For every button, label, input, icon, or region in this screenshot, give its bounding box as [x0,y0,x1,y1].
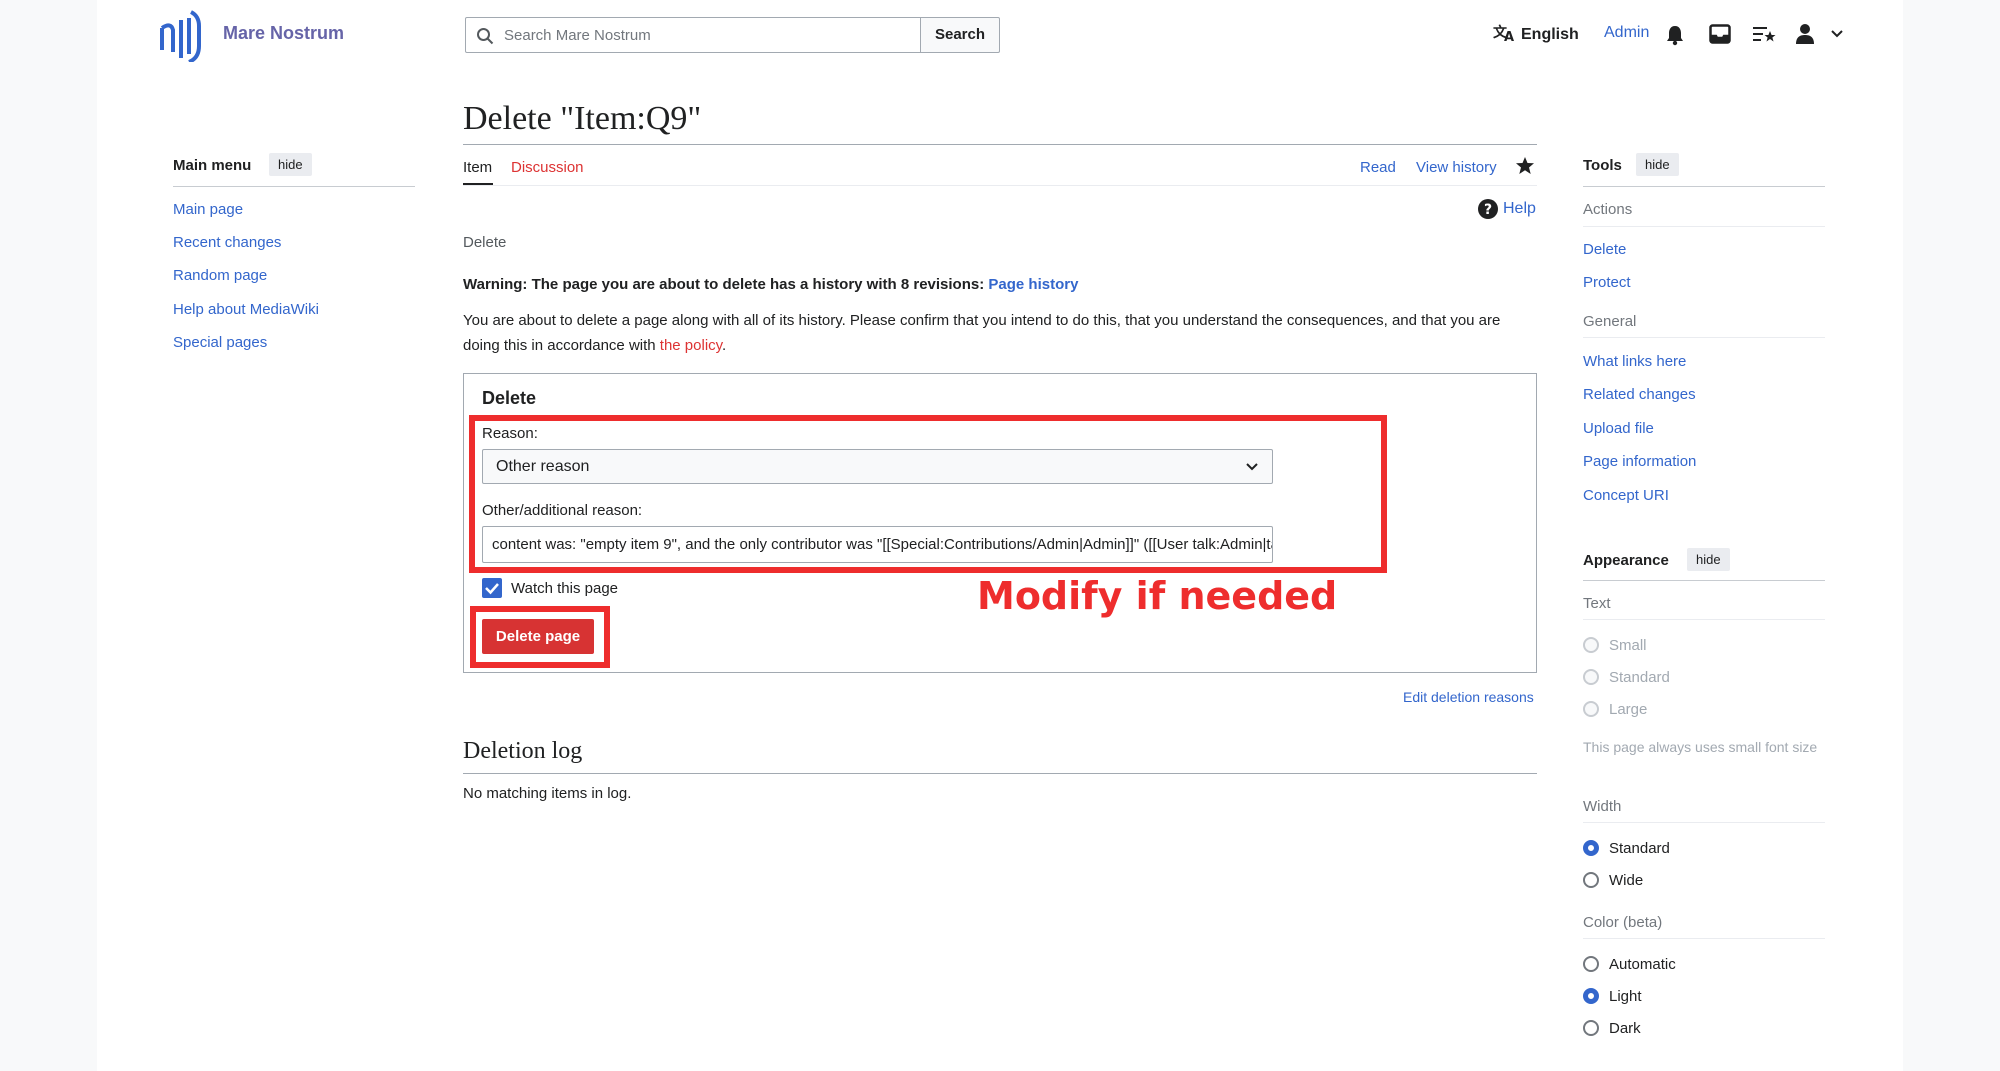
delete-legend: Delete [482,388,537,408]
title-divider [463,144,1537,145]
page-container: Mare Nostrum Search Mare Nostrum Search … [97,0,1903,1071]
tab-read[interactable]: Read [1360,159,1396,176]
tool-concept-uri[interactable]: Concept URI [1583,487,1669,504]
color-automatic-radio[interactable] [1583,956,1599,972]
warning-text: The page you are about to delete has a h… [527,276,989,293]
tool-related-changes[interactable]: Related changes [1583,386,1696,403]
tab-item[interactable]: Item [463,159,492,176]
deletion-log-heading: Deletion log [463,738,583,764]
annotation-text: Modify if needed [977,574,1338,618]
user-avatar-icon[interactable] [1794,23,1816,45]
width-wide-label: Wide [1609,872,1644,889]
appearance-heading: Appearance [1583,552,1669,569]
page-title: Delete "Item:Q9" [463,100,702,137]
help-icon[interactable]: ? [1478,199,1498,219]
text-size-small-label: Small [1609,637,1647,654]
width-wide-radio[interactable] [1583,872,1599,888]
actions-divider [1583,226,1825,227]
general-divider [1583,337,1825,338]
intro-text: You are about to delete a page along wit… [463,308,1539,358]
intro-body: You are about to delete a page along wit… [463,312,1501,354]
svg-text:A: A [1504,30,1514,43]
actions-heading: Actions [1583,201,1633,218]
tab-discussion[interactable]: Discussion [511,159,584,176]
text-size-large-label: Large [1609,701,1648,718]
policy-link[interactable]: the policy [660,337,722,354]
color-light-radio[interactable] [1583,988,1599,1004]
search-icon [477,28,494,45]
appearance-divider [1583,580,1825,581]
sidebar-item-main-page[interactable]: Main page [173,201,243,218]
color-dark-radio[interactable] [1583,1020,1599,1036]
appearance-hide-button[interactable]: hide [1687,548,1730,571]
sidebar-item-help[interactable]: Help about MediaWiki [173,301,319,318]
watch-checkbox[interactable] [482,578,502,598]
tool-what-links-here[interactable]: What links here [1583,353,1686,370]
intro-end: . [722,337,727,354]
search-input[interactable]: Search Mare Nostrum [465,17,921,53]
width-heading: Width [1583,798,1622,815]
search-box: Search Mare Nostrum Search [465,17,1003,53]
inbox-icon[interactable] [1709,24,1731,44]
annotation-box-reasons [469,415,1387,573]
width-divider [1583,822,1825,823]
general-heading: General [1583,313,1637,330]
color-automatic-label: Automatic [1609,956,1676,973]
logo-icon [160,10,201,64]
text-size-divider [1583,619,1825,620]
tool-protect[interactable]: Protect [1583,274,1631,291]
search-placeholder: Search Mare Nostrum [504,27,651,44]
text-size-note: This page always uses small font size [1583,739,1818,755]
site-logo[interactable] [159,6,204,64]
language-selector[interactable]: 文 A English [1493,23,1579,45]
page-subtitle: Delete [463,234,507,251]
color-light-label: Light [1609,988,1642,1005]
edit-deletion-reasons-link[interactable]: Edit deletion reasons [1403,689,1534,705]
color-heading: Color (beta) [1583,914,1663,931]
warning-label: Warning: [463,276,528,293]
tool-upload-file[interactable]: Upload file [1583,420,1654,437]
user-link[interactable]: Admin [1604,24,1649,42]
watch-label[interactable]: Watch this page [511,580,618,597]
text-size-large-radio[interactable] [1583,701,1599,717]
tools-hide-button[interactable]: hide [1636,153,1679,176]
language-label: English [1521,26,1579,43]
tool-page-information[interactable]: Page information [1583,453,1696,470]
deletion-log-divider [463,773,1537,774]
annotation-box-delete-button [470,606,610,668]
text-size-standard-radio[interactable] [1583,669,1599,685]
text-size-heading: Text [1583,595,1611,612]
chevron-down-icon[interactable] [1830,29,1844,39]
color-dark-label: Dark [1609,1020,1641,1037]
help-link[interactable]: Help [1503,200,1536,218]
color-divider [1583,938,1825,939]
sidebar-item-recent-changes[interactable]: Recent changes [173,234,281,251]
site-name[interactable]: Mare Nostrum [223,23,344,44]
width-standard-label: Standard [1609,840,1670,857]
sidebar-item-special-pages[interactable]: Special pages [173,334,267,351]
tabs-divider [463,185,1537,186]
text-size-standard-label: Standard [1609,669,1670,686]
tools-heading: Tools [1583,157,1622,174]
watch-star-icon[interactable] [1515,156,1535,175]
svg-text:?: ? [1484,202,1492,218]
search-button[interactable]: Search [920,17,1000,53]
checkmark-icon [485,583,499,595]
text-size-small-radio[interactable] [1583,637,1599,653]
main-menu-divider [173,186,415,187]
language-icon: 文 A [1493,24,1514,45]
sidebar-item-random-page[interactable]: Random page [173,267,267,284]
width-standard-radio[interactable] [1583,840,1599,856]
tool-delete[interactable]: Delete [1583,241,1626,258]
warning-message: Warning: The page you are about to delet… [463,276,1078,293]
page-history-link[interactable]: Page history [988,276,1078,293]
bell-icon[interactable] [1665,24,1685,46]
main-menu-heading: Main menu [173,157,252,174]
tab-view-history[interactable]: View history [1416,159,1497,176]
main-menu-hide-button[interactable]: hide [269,153,312,176]
watchlist-icon[interactable] [1752,24,1776,44]
deletion-log-text: No matching items in log. [463,785,632,802]
tools-divider [1583,186,1825,187]
